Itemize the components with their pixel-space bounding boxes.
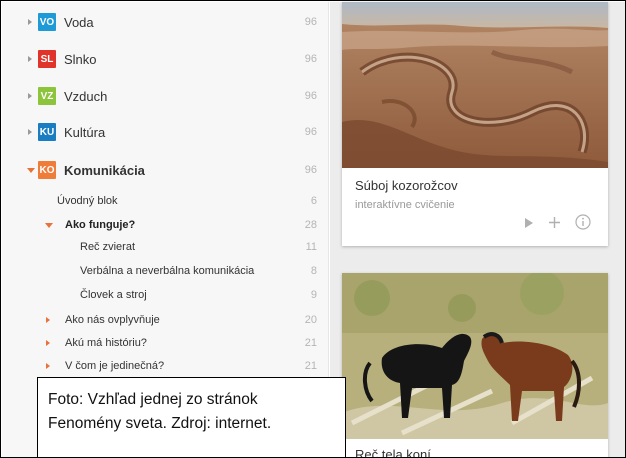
sidebar-item-vzduch[interactable]: VZ Vzduch 96 bbox=[2, 86, 329, 106]
item-count: 8 bbox=[310, 265, 317, 277]
item-count: 96 bbox=[304, 53, 317, 65]
item-count: 96 bbox=[304, 16, 317, 28]
chevron-down-icon[interactable] bbox=[45, 222, 53, 228]
sidebar-subitem-uvodny-blok[interactable]: Úvodný blok 6 bbox=[2, 193, 329, 209]
caption-line: Fenomény sveta. Zdroj: internet. bbox=[48, 415, 272, 432]
subject-badge: KO bbox=[38, 161, 56, 179]
activity-card[interactable]: Reč tela koní bbox=[342, 273, 608, 457]
subject-badge: VZ bbox=[38, 87, 56, 105]
item-count: 96 bbox=[304, 90, 317, 102]
sidebar-item-label: Slnko bbox=[64, 51, 97, 67]
subject-badge: SL bbox=[38, 50, 56, 68]
subject-badge: VO bbox=[38, 13, 56, 31]
item-count: 28 bbox=[304, 219, 317, 231]
chevron-down-icon[interactable] bbox=[27, 167, 35, 173]
card-image-horses[interactable] bbox=[342, 273, 608, 439]
sidebar-subitem-v-com-je-jedinecna[interactable]: V čom je jedinečná? 21 bbox=[2, 358, 329, 374]
screenshot-frame: VO Voda 96 SL Slnko 96 VZ Vzduch 96 KU K… bbox=[0, 0, 626, 458]
sidebar-subitem-ako-funguje[interactable]: Ako funguje? 28 bbox=[2, 217, 329, 233]
sidebar-item-label: Komunikácia bbox=[64, 162, 145, 178]
sidebar-item-kultura[interactable]: KU Kultúra 96 bbox=[2, 122, 329, 142]
sidebar-subitem-clovek-a-stroj[interactable]: Človek a stroj 9 bbox=[2, 287, 329, 303]
card-actions bbox=[524, 214, 591, 235]
sidebar-item-voda[interactable]: VO Voda 96 bbox=[2, 12, 329, 32]
info-icon[interactable] bbox=[575, 214, 591, 235]
card-image-canyon[interactable] bbox=[342, 2, 608, 168]
chevron-right-icon[interactable] bbox=[46, 317, 50, 323]
sidebar-subitem-verbalna[interactable]: Verbálna a neverbálna komunikácia 8 bbox=[2, 263, 329, 279]
card-subtitle: interaktívne cvičenie bbox=[355, 199, 455, 211]
item-count: 96 bbox=[304, 164, 317, 176]
chevron-right-icon[interactable] bbox=[46, 340, 50, 346]
plus-icon[interactable] bbox=[548, 216, 561, 234]
subject-badge: KU bbox=[38, 123, 56, 141]
sidebar-subitem-label: Úvodný blok bbox=[57, 195, 118, 207]
chevron-right-icon[interactable] bbox=[28, 19, 32, 25]
sidebar-subitem-ako-nas-ovplyvnuje[interactable]: Ako nás ovplyvňuje 20 bbox=[2, 312, 329, 328]
card-title[interactable]: Reč tela koní bbox=[355, 447, 431, 457]
chevron-right-icon[interactable] bbox=[28, 93, 32, 99]
card-title[interactable]: Súboj kozorožcov bbox=[355, 178, 458, 193]
item-count: 96 bbox=[304, 126, 317, 138]
item-count: 6 bbox=[310, 195, 317, 207]
photo-caption: Foto: Vzhľad jednej zo stránok Fenomény … bbox=[37, 377, 346, 457]
item-count: 11 bbox=[305, 241, 317, 253]
chevron-right-icon[interactable] bbox=[46, 363, 50, 369]
item-count: 21 bbox=[304, 337, 317, 349]
sidebar-subitem-label: V čom je jedinečná? bbox=[65, 360, 165, 372]
sidebar-item-label: Kultúra bbox=[64, 124, 106, 140]
chevron-right-icon[interactable] bbox=[28, 56, 32, 62]
chevron-right-icon[interactable] bbox=[28, 129, 32, 135]
sidebar-item-slnko[interactable]: SL Slnko 96 bbox=[2, 49, 329, 69]
activity-card[interactable]: Súboj kozorožcov interaktívne cvičenie bbox=[342, 2, 608, 246]
sidebar-subitem-label: Človek a stroj bbox=[80, 289, 147, 301]
item-count: 9 bbox=[310, 289, 317, 301]
sidebar-item-label: Voda bbox=[64, 14, 94, 30]
sidebar-subitem-aku-ma-historiu[interactable]: Akú má históriu? 21 bbox=[2, 335, 329, 351]
sidebar-subitem-label: Ako funguje? bbox=[65, 219, 136, 231]
caption-line: Foto: Vzhľad jednej zo stránok bbox=[48, 391, 258, 408]
sidebar-item-komunikacia[interactable]: KO Komunikácia 96 bbox=[2, 160, 329, 180]
sidebar-subitem-label: Reč zvierat bbox=[80, 241, 136, 253]
sidebar-subitem-label: Ako nás ovplyvňuje bbox=[65, 314, 160, 326]
sidebar-item-label: Vzduch bbox=[64, 88, 108, 104]
item-count: 21 bbox=[304, 360, 317, 372]
sidebar-subitem-label: Verbálna a neverbálna komunikácia bbox=[80, 265, 255, 277]
play-icon[interactable] bbox=[524, 216, 534, 234]
sidebar-subitem-rec-zvierat[interactable]: Reč zvierat 11 bbox=[2, 239, 329, 255]
sidebar-subitem-label: Akú má históriu? bbox=[65, 337, 147, 349]
item-count: 20 bbox=[304, 314, 317, 326]
